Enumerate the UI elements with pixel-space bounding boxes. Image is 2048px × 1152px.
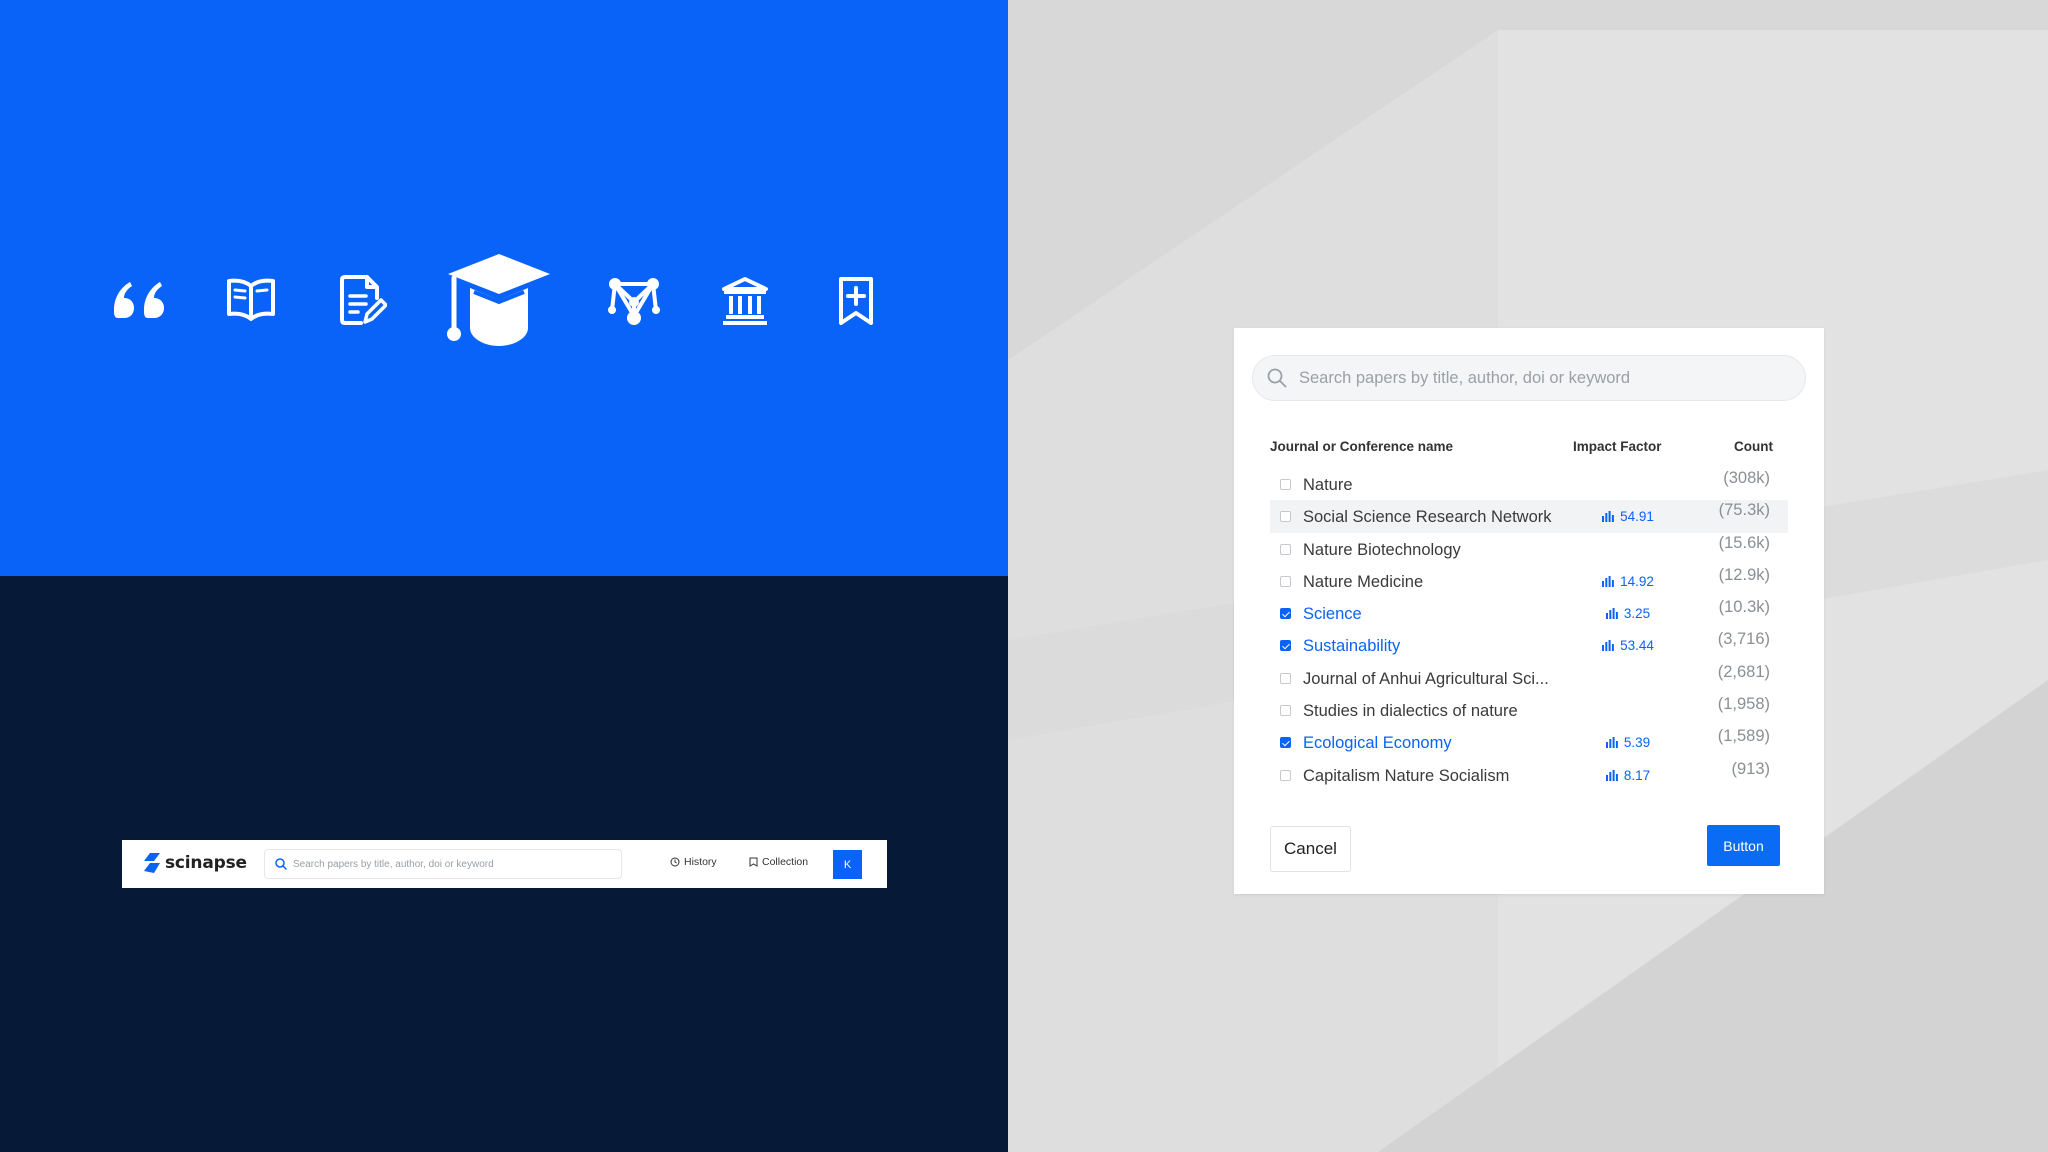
journal-count: (15.6k) <box>1718 533 1770 552</box>
journal-row[interactable]: Nature Medicine 14.92 (12.9k) <box>1270 565 1788 597</box>
column-header-count: Count <box>1734 439 1773 454</box>
scinapse-logo-text: scinapse <box>165 853 247 873</box>
search-icon <box>1267 368 1287 388</box>
journal-checkbox[interactable] <box>1280 705 1291 717</box>
history-link[interactable]: History <box>670 856 717 868</box>
icon-showcase-panel <box>0 0 1008 576</box>
journal-count: (12.9k) <box>1718 565 1770 584</box>
scinapse-logo-icon <box>144 853 160 873</box>
impact-factor: 5.39 <box>1588 735 1668 750</box>
journal-row[interactable]: Studies in dialectics of nature (1,958) <box>1270 694 1788 726</box>
journal-name: Studies in dialectics of nature <box>1303 702 1518 721</box>
bar-chart-icon <box>1605 769 1618 781</box>
bar-chart-icon <box>1602 640 1614 652</box>
journal-checkbox[interactable] <box>1280 511 1291 523</box>
journal-checkbox[interactable] <box>1280 479 1291 490</box>
journal-name: Sustainability <box>1303 637 1401 656</box>
journal-checkbox[interactable] <box>1280 575 1291 587</box>
journal-row[interactable]: Ecological Economy 5.39 (1,589) <box>1270 726 1788 758</box>
header-search-box[interactable] <box>264 849 622 879</box>
journal-count: (308k) <box>1723 469 1770 487</box>
journal-count: (75.3k) <box>1718 501 1770 520</box>
user-avatar[interactable]: K <box>833 850 862 879</box>
bar-chart-icon <box>1602 511 1614 523</box>
journal-checkbox[interactable] <box>1280 769 1291 781</box>
bar-chart-icon <box>1602 575 1614 587</box>
bookmark-add-icon <box>839 277 873 325</box>
journal-name: Nature Biotechnology <box>1303 540 1461 559</box>
dialog-search-input[interactable] <box>1299 368 1779 388</box>
journal-list: Nature (308k) Social Science Research Netw… <box>1270 468 1788 791</box>
journal-name: Capitalism Nature Socialism <box>1303 766 1510 785</box>
journal-row[interactable]: Capitalism Nature Socialism 8.17 (913) <box>1270 759 1788 791</box>
scinapse-logo[interactable]: scinapse <box>144 853 247 873</box>
institution-icon <box>722 277 768 325</box>
search-icon <box>275 858 287 870</box>
network-graph-icon <box>608 278 660 325</box>
graduation-cap-icon <box>447 254 550 346</box>
journal-name: Nature Medicine <box>1303 572 1424 591</box>
bar-chart-icon <box>1605 737 1618 749</box>
document-edit-icon <box>340 275 387 325</box>
bar-chart-icon <box>1605 608 1618 620</box>
journal-count: (913) <box>1731 759 1770 778</box>
impact-factor: 14.92 <box>1588 574 1668 589</box>
journal-checkbox[interactable] <box>1280 640 1291 652</box>
journal-checkbox[interactable] <box>1280 737 1291 749</box>
column-header-impact-factor: Impact Factor <box>1573 439 1662 454</box>
journal-filter-dialog: Journal or Conference name Impact Factor… <box>1234 328 1824 894</box>
impact-factor-value: 8.17 <box>1623 767 1651 783</box>
column-header-name: Journal or Conference name <box>1270 439 1454 454</box>
journal-row[interactable]: Journal of Anhui Agricultural Sci... (2,6… <box>1270 662 1788 694</box>
journal-row[interactable]: Science 3.25 (10.3k) <box>1270 597 1788 629</box>
quote-icon <box>114 282 164 318</box>
journal-checkbox[interactable] <box>1280 543 1291 555</box>
dialog-search-box[interactable] <box>1252 355 1806 401</box>
journal-name: Social Science Research Network <box>1303 508 1552 527</box>
icon-row <box>0 240 1008 360</box>
collection-link[interactable]: Collection <box>749 856 808 868</box>
journal-name: Science <box>1303 605 1362 624</box>
scinapse-header-bar: scinapse History Collection K <box>122 840 887 888</box>
impact-factor: 8.17 <box>1588 768 1668 783</box>
journal-name: Ecological Economy <box>1303 734 1452 753</box>
journal-count: (2,681) <box>1717 662 1770 681</box>
journal-row[interactable]: Nature Biotechnology (15.6k) <box>1270 533 1788 565</box>
impact-factor-value: 14.92 <box>1620 573 1654 589</box>
impact-factor: 54.91 <box>1588 509 1668 524</box>
journal-checkbox[interactable] <box>1280 608 1291 620</box>
header-search-input[interactable] <box>293 858 613 870</box>
open-book-icon <box>227 278 275 321</box>
impact-factor-value: 53.44 <box>1620 638 1654 654</box>
impact-factor-value: 3.25 <box>1623 606 1651 622</box>
journal-row[interactable]: Sustainability 53.44 (3,716) <box>1270 629 1788 661</box>
journal-count: (1,589) <box>1717 727 1770 746</box>
clock-icon <box>670 857 680 867</box>
journal-checkbox[interactable] <box>1280 672 1291 684</box>
cancel-button[interactable]: Cancel <box>1270 826 1351 872</box>
impact-factor-value: 5.39 <box>1623 735 1651 751</box>
collection-label: Collection <box>762 856 809 868</box>
collection-icon <box>749 857 758 867</box>
impact-factor: 3.25 <box>1588 606 1668 621</box>
journal-count: (1,958) <box>1717 695 1770 714</box>
journal-name: Nature <box>1303 476 1353 494</box>
journal-count: (3,716) <box>1717 630 1770 649</box>
journal-count: (10.3k) <box>1718 598 1770 617</box>
impact-factor-value: 54.91 <box>1620 509 1654 525</box>
history-label: History <box>684 856 717 868</box>
journal-row[interactable]: Nature (308k) <box>1270 468 1788 500</box>
impact-factor: 53.44 <box>1588 638 1668 653</box>
journal-name: Journal of Anhui Agricultural Sci... <box>1303 669 1549 688</box>
journal-row[interactable]: Social Science Research Network 54.91 (75.… <box>1270 500 1788 533</box>
apply-button[interactable]: Button <box>1707 825 1780 866</box>
